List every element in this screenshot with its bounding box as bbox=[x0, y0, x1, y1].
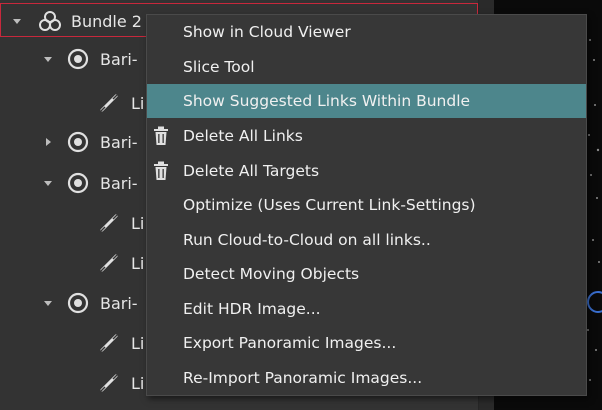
chevron-down-icon[interactable] bbox=[42, 177, 54, 189]
menu-item-reimport-panoramic-images[interactable]: Re-Import Panoramic Images... bbox=[147, 361, 586, 395]
tree-item-label: Bari- bbox=[100, 50, 138, 69]
trash-icon bbox=[154, 161, 168, 180]
tree-item-label: Bari- bbox=[100, 133, 138, 152]
chevron-down-icon[interactable] bbox=[42, 53, 54, 65]
tree-item-label: Bundle 2 bbox=[71, 12, 142, 31]
menu-item-detect-moving-objects[interactable]: Detect Moving Objects bbox=[147, 257, 586, 291]
target-icon bbox=[67, 172, 89, 194]
tree-item-label: Bari- bbox=[100, 174, 138, 193]
menu-item-label: Slice Tool bbox=[183, 58, 255, 76]
menu-item-optimize[interactable]: Optimize (Uses Current Link-Settings) bbox=[147, 188, 586, 222]
target-icon bbox=[67, 131, 89, 153]
menu-item-label: Delete All Links bbox=[183, 127, 303, 145]
menu-item-slice-tool[interactable]: Slice Tool bbox=[147, 50, 586, 84]
menu-item-export-panoramic-images[interactable]: Export Panoramic Images... bbox=[147, 326, 586, 360]
menu-item-label: Delete All Targets bbox=[183, 162, 320, 180]
chevron-down-icon[interactable] bbox=[11, 15, 23, 27]
link-icon bbox=[100, 334, 118, 352]
menu-item-show-suggested-links[interactable]: Show Suggested Links Within Bundle bbox=[147, 84, 586, 118]
menu-item-delete-all-targets[interactable]: Delete All Targets bbox=[147, 154, 586, 188]
menu-item-label: Edit HDR Image... bbox=[183, 300, 321, 318]
target-icon bbox=[67, 292, 89, 314]
menu-item-label: Detect Moving Objects bbox=[183, 265, 360, 283]
link-icon bbox=[100, 254, 118, 272]
trash-icon bbox=[154, 126, 168, 145]
bundle-icon bbox=[39, 11, 61, 31]
menu-item-label: Optimize (Uses Current Link-Settings) bbox=[183, 196, 476, 214]
link-icon bbox=[100, 214, 118, 232]
menu-item-label: Re-Import Panoramic Images... bbox=[183, 369, 423, 387]
target-icon bbox=[67, 48, 89, 70]
menu-item-show-in-cloud-viewer[interactable]: Show in Cloud Viewer bbox=[147, 15, 586, 49]
menu-item-run-cloud-to-cloud[interactable]: Run Cloud-to-Cloud on all links.. bbox=[147, 223, 586, 257]
chevron-right-icon[interactable] bbox=[42, 136, 54, 148]
tree-item-label: Li bbox=[131, 254, 145, 273]
menu-item-label: Show Suggested Links Within Bundle bbox=[183, 92, 471, 110]
tree-item-label: Li bbox=[131, 374, 145, 393]
menu-item-delete-all-links[interactable]: Delete All Links bbox=[147, 119, 586, 153]
menu-item-edit-hdr-image[interactable]: Edit HDR Image... bbox=[147, 292, 586, 326]
tree-item-label: Li bbox=[131, 334, 145, 353]
tree-item-label: Bari- bbox=[100, 294, 138, 313]
link-icon bbox=[100, 94, 118, 112]
menu-item-label: Show in Cloud Viewer bbox=[183, 23, 351, 41]
chevron-down-icon[interactable] bbox=[42, 297, 54, 309]
tree-item-label: Li bbox=[131, 214, 145, 233]
menu-item-label: Export Panoramic Images... bbox=[183, 334, 397, 352]
tree-item-label: Li bbox=[131, 94, 145, 113]
menu-item-label: Run Cloud-to-Cloud on all links.. bbox=[183, 231, 431, 249]
context-menu: Show in Cloud Viewer Slice Tool Show Sug… bbox=[146, 14, 587, 396]
link-icon bbox=[100, 374, 118, 392]
